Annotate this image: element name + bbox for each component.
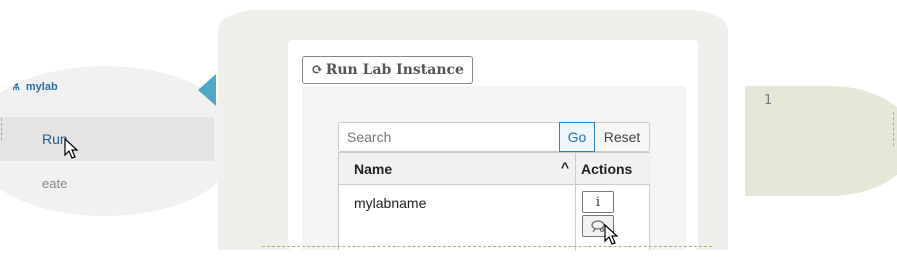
mouse-cursor-icon: [604, 224, 619, 245]
table-cell-name: mylabname: [354, 195, 427, 211]
line-number: 1: [764, 93, 772, 108]
selection-outline: [893, 112, 894, 146]
refresh-icon: ⟳: [311, 62, 323, 78]
column-header-name[interactable]: Name ^: [339, 153, 576, 185]
search-input[interactable]: [338, 122, 560, 152]
chevron-up-icon[interactable]: ^: [561, 159, 569, 175]
sidebar-item-label: eate: [42, 175, 68, 191]
info-button[interactable]: i: [582, 191, 614, 213]
sidebar-section-title: mylab: [25, 80, 58, 93]
column-divider: [575, 185, 576, 251]
panel-title: Run Lab Instance: [325, 62, 464, 78]
info-icon: i: [595, 194, 601, 210]
mouse-cursor-icon: [64, 138, 79, 159]
sidebar-item-run[interactable]: Run: [0, 117, 214, 161]
flask-icon: ⚗: [10, 81, 20, 93]
selection-outline: [1, 118, 2, 140]
go-button[interactable]: Go: [559, 122, 595, 152]
sidebar-section-header[interactable]: ⚗ mylab: [10, 80, 58, 94]
run-lab-instance-title-button[interactable]: ⟳ Run Lab Instance: [302, 56, 473, 84]
reset-button[interactable]: Reset: [595, 122, 650, 152]
sidebar-active-indicator: [198, 74, 216, 106]
sidebar-item-create[interactable]: eate: [0, 163, 214, 203]
sidebar: ⚗ mylab Run eate: [0, 66, 230, 216]
selection-outline: [262, 246, 712, 247]
column-header-actions: Actions: [576, 153, 650, 185]
